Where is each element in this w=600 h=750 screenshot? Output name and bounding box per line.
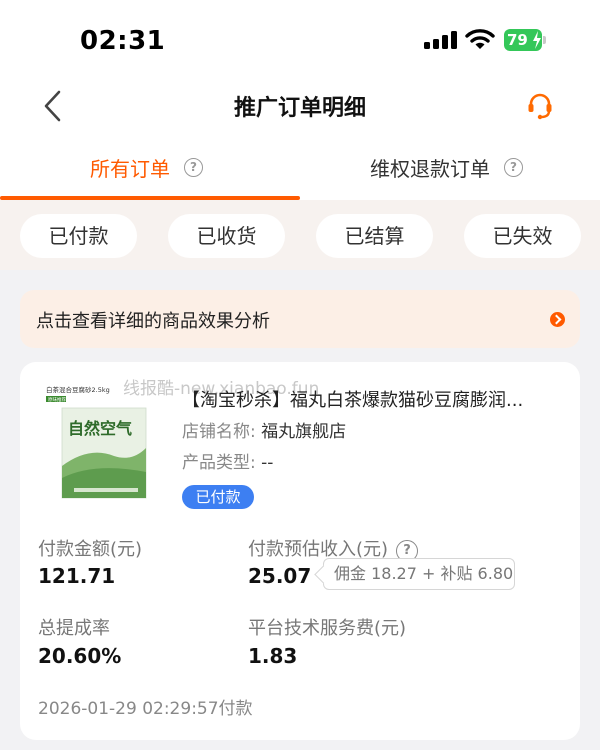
status-badge: 已付款 xyxy=(182,485,254,509)
customer-service-icon[interactable] xyxy=(524,90,556,122)
service-fee-label: 平台技术服务费(元) xyxy=(248,618,407,639)
filter-received[interactable]: 已收货 xyxy=(168,214,285,258)
shop-row: 店铺名称: 福丸旗舰店 xyxy=(182,417,346,442)
order-card[interactable]: 白茶混合豆腐砂2.5kg 原味推荐 自然空气 线报酷-new.xianbao.f… xyxy=(20,362,580,740)
product-type-value: -- xyxy=(261,453,274,473)
page-title: 推广订单明细 xyxy=(233,96,366,121)
cellular-signal-icon xyxy=(424,31,458,49)
tab-refund-orders-label: 维权退款订单 xyxy=(370,156,490,181)
filter-paid[interactable]: 已付款 xyxy=(20,214,137,258)
help-icon[interactable]: ? xyxy=(504,157,523,177)
chevron-right-icon xyxy=(550,312,565,327)
status-filter-bar: 已付款 已收货 已结算 已失效 xyxy=(0,200,600,270)
analysis-banner[interactable]: 点击查看详细的商品效果分析 xyxy=(20,290,580,348)
header-area: 02:31 79 推广订单明细 所有订单 ? 维权退款订单 ? xyxy=(0,0,600,200)
product-image-badge: 原味推荐 xyxy=(48,396,66,403)
battery-icon: 79 xyxy=(504,29,546,51)
payment-time: 2026-01-29 02:29:57付款 xyxy=(38,699,253,719)
product-image[interactable]: 白茶混合豆腐砂2.5kg 原味推荐 自然空气 xyxy=(44,382,148,502)
paid-amount-value: 121.71 xyxy=(38,564,116,588)
battery-level: 79 xyxy=(507,31,528,49)
wifi-icon xyxy=(465,29,495,49)
banner-text: 点击查看详细的商品效果分析 xyxy=(36,311,270,332)
help-icon[interactable]: ? xyxy=(184,157,203,177)
income-breakdown-text: 佣金 18.27 + 补贴 6.80 xyxy=(334,564,514,583)
product-type-label: 产品类型: xyxy=(182,453,256,473)
service-fee-value: 1.83 xyxy=(248,644,298,668)
tab-all-orders-label: 所有订单 xyxy=(90,156,170,181)
tab-refund-orders[interactable]: 维权退款订单 ? xyxy=(370,152,523,182)
shop-name: 福丸旗舰店 xyxy=(261,422,347,442)
income-breakdown-tooltip: 佣金 18.27 + 补贴 6.80 xyxy=(323,558,515,590)
filter-invalid[interactable]: 已失效 xyxy=(464,214,581,258)
commission-rate-value: 20.60% xyxy=(38,644,122,668)
estimated-income-value: 25.07 xyxy=(248,564,312,588)
status-bar: 02:31 79 xyxy=(0,0,600,80)
product-type-row: 产品类型: -- xyxy=(182,448,273,473)
tab-all-orders[interactable]: 所有订单 ? xyxy=(90,152,203,182)
paid-amount-label: 付款金额(元) xyxy=(38,539,143,560)
product-image-caption: 白茶混合豆腐砂2.5kg xyxy=(46,385,110,394)
product-title[interactable]: 【淘宝秒杀】福丸白茶爆款猫砂豆腐膨润... xyxy=(182,386,562,412)
commission-rate-label: 总提成率 xyxy=(38,618,110,639)
status-time: 02:31 xyxy=(80,26,166,56)
product-image-brand: 自然空气 xyxy=(68,419,132,438)
filter-settled[interactable]: 已结算 xyxy=(316,214,433,258)
shop-label: 店铺名称: xyxy=(182,422,256,442)
estimated-income-label: 付款预估收入(元) xyxy=(248,539,389,560)
